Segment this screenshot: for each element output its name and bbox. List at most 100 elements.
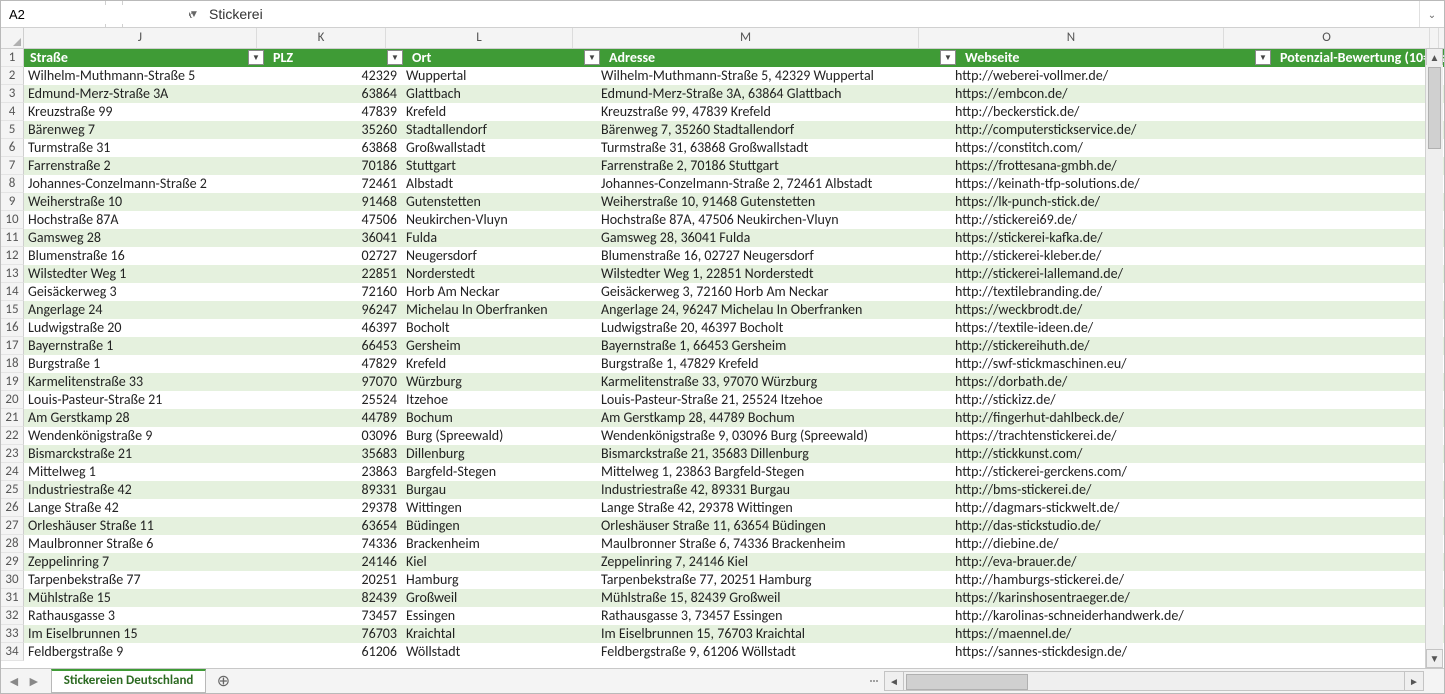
column-header-partial[interactable] [1430, 28, 1439, 48]
cell-address[interactable]: Wilhelm-Muthmann-Straße 5, 42329 Wuppert… [597, 67, 951, 85]
cell-website[interactable]: https://weckbrodt.de/ [951, 301, 1264, 319]
cell-city[interactable]: Stuttgart [402, 157, 597, 175]
cell-score[interactable]: 2,13 [1264, 121, 1444, 139]
cell-score[interactable]: 7,91 [1264, 535, 1444, 553]
cell-score[interactable]: 6,10 [1264, 193, 1444, 211]
row-index[interactable]: 8 [1, 175, 24, 193]
sheet-scroll-handle[interactable] [864, 669, 884, 693]
table-header-ort[interactable]: Ort▼ [406, 49, 603, 67]
cell-plz[interactable]: 89331 [265, 481, 402, 499]
cell-address[interactable]: Zeppelinring 7, 24146 Kiel [597, 553, 951, 571]
row-index[interactable]: 15 [1, 301, 24, 319]
cell-city[interactable]: Neukirchen-Vluyn [402, 211, 597, 229]
cell-plz[interactable]: 42329 [265, 67, 402, 85]
row-index[interactable]: 29 [1, 553, 24, 571]
cell-city[interactable]: Wittingen [402, 499, 597, 517]
cell-city[interactable]: Dillenburg [402, 445, 597, 463]
cell-plz[interactable]: 91468 [265, 193, 402, 211]
cell-score[interactable]: 9,68 [1264, 607, 1444, 625]
cell-address[interactable]: Louis-Pasteur-Straße 21, 25524 Itzehoe [597, 391, 951, 409]
cell-website[interactable]: http://dagmars-stickwelt.de/ [951, 499, 1264, 517]
row-index[interactable]: 34 [1, 643, 24, 661]
cell-plz[interactable]: 73457 [265, 607, 402, 625]
cell-website[interactable]: https://embcon.de/ [951, 85, 1264, 103]
column-header-k[interactable]: K [257, 28, 386, 48]
cell-street[interactable]: Turmstraße 31 [24, 139, 265, 157]
cell-score[interactable]: 8,51 [1264, 643, 1444, 661]
cell-city[interactable]: Norderstedt [402, 265, 597, 283]
cell-score[interactable]: 7,05 [1264, 463, 1444, 481]
cell-score[interactable]: 2,93 [1264, 283, 1444, 301]
cell-address[interactable]: Geisäckerweg 3, 72160 Horb Am Neckar [597, 283, 951, 301]
sheet-nav-prev-icon[interactable]: ◄ [7, 673, 21, 690]
cell-city[interactable]: Bocholt [402, 319, 597, 337]
cell-website[interactable]: http://bms-stickerei.de/ [951, 481, 1264, 499]
cell-score[interactable]: 8,56 [1264, 337, 1444, 355]
cell-street[interactable]: Louis-Pasteur-Straße 21 [24, 391, 265, 409]
cell-street[interactable]: Angerlage 24 [24, 301, 265, 319]
cell-website[interactable]: http://stickerei-gerckens.com/ [951, 463, 1264, 481]
cell-city[interactable]: Krefeld [402, 103, 597, 121]
cell-plz[interactable]: 47506 [265, 211, 402, 229]
cell-city[interactable]: Kraichtal [402, 625, 597, 643]
row-index[interactable]: 16 [1, 319, 24, 337]
cell-plz[interactable]: 23863 [265, 463, 402, 481]
cell-address[interactable]: Gamsweg 28, 36041 Fulda [597, 229, 951, 247]
cell-website[interactable]: http://beckerstick.de/ [951, 103, 1264, 121]
cell-city[interactable]: Burg (Spreewald) [402, 427, 597, 445]
row-index[interactable]: 2 [1, 67, 24, 85]
cell-score[interactable]: 8,11 [1264, 373, 1444, 391]
cell-street[interactable]: Mittelweg 1 [24, 463, 265, 481]
row-index[interactable]: 19 [1, 373, 24, 391]
row-index[interactable]: 5 [1, 121, 24, 139]
row-index[interactable]: 13 [1, 265, 24, 283]
cell-score[interactable]: 7,12 [1264, 157, 1444, 175]
cell-score[interactable]: 5,47 [1264, 589, 1444, 607]
cell-score[interactable]: 4,05 [1264, 139, 1444, 157]
cell-city[interactable]: Burgau [402, 481, 597, 499]
cell-plz[interactable]: 82439 [265, 589, 402, 607]
cell-address[interactable]: Mühlstraße 15, 82439 Großweil [597, 589, 951, 607]
cell-website[interactable]: http://swf-stickmaschinen.eu/ [951, 355, 1264, 373]
cell-plz[interactable]: 02727 [265, 247, 402, 265]
filter-dropdown-icon[interactable]: ▼ [584, 50, 600, 65]
cell-address[interactable]: Feldbergstraße 9, 61206 Wöllstadt [597, 643, 951, 661]
cell-website[interactable]: http://computerstickservice.de/ [951, 121, 1264, 139]
cell-score[interactable]: 7,07 [1264, 499, 1444, 517]
cell-score[interactable]: 5,07 [1264, 175, 1444, 193]
cell-website[interactable]: http://eva-brauer.de/ [951, 553, 1264, 571]
cell-website[interactable]: http://diebine.de/ [951, 535, 1264, 553]
cell-website[interactable]: https://dorbath.de/ [951, 373, 1264, 391]
row-index[interactable]: 7 [1, 157, 24, 175]
row-index[interactable]: 6 [1, 139, 24, 157]
cell-plz[interactable]: 70186 [265, 157, 402, 175]
row-index[interactable]: 27 [1, 517, 24, 535]
cell-address[interactable]: Mittelweg 1, 23863 Bargfeld-Stegen [597, 463, 951, 481]
row-index[interactable]: 32 [1, 607, 24, 625]
row-index[interactable]: 20 [1, 391, 24, 409]
cell-street[interactable]: Hochstraße 87A [24, 211, 265, 229]
row-index[interactable]: 11 [1, 229, 24, 247]
cell-score[interactable]: 5,65 [1264, 427, 1444, 445]
cell-address[interactable]: Farrenstraße 2, 70186 Stuttgart [597, 157, 951, 175]
cell-street[interactable]: Karmelitenstraße 33 [24, 373, 265, 391]
cell-website[interactable]: https://karinshosentraeger.de/ [951, 589, 1264, 607]
cell-city[interactable]: Brackenheim [402, 535, 597, 553]
cell-plz[interactable]: 47839 [265, 103, 402, 121]
cell-address[interactable]: Johannes-Conzelmann-Straße 2, 72461 Albs… [597, 175, 951, 193]
cell-address[interactable]: Lange Straße 42, 29378 Wittingen [597, 499, 951, 517]
cell-plz[interactable]: 35683 [265, 445, 402, 463]
cell-plz[interactable]: 63654 [265, 517, 402, 535]
filter-dropdown-icon[interactable]: ▼ [387, 50, 403, 65]
cell-city[interactable]: Großwallstadt [402, 139, 597, 157]
cell-street[interactable]: Edmund-Merz-Straße 3A [24, 85, 265, 103]
table-header-stra-e[interactable]: Straße▼ [24, 49, 267, 67]
cell-street[interactable]: Burgstraße 1 [24, 355, 265, 373]
cell-score[interactable]: 8,13 [1264, 229, 1444, 247]
cell-city[interactable]: Krefeld [402, 355, 597, 373]
cell-website[interactable]: http://stickerei-lallemand.de/ [951, 265, 1264, 283]
cell-address[interactable]: Hochstraße 87A, 47506 Neukirchen-Vluyn [597, 211, 951, 229]
cell-website[interactable]: http://das-stickstudio.de/ [951, 517, 1264, 535]
cell-plz[interactable]: 22851 [265, 265, 402, 283]
vscroll-thumb[interactable] [1428, 67, 1441, 149]
